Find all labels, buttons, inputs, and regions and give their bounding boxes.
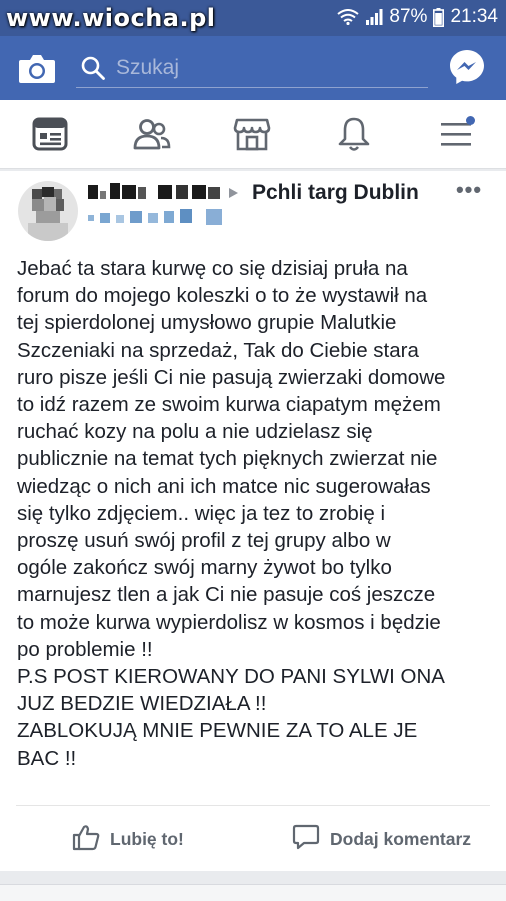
news-feed-icon[interactable] — [27, 114, 73, 154]
post-text: Jebać ta stara kurwę co się dzisiaj pruł… — [17, 257, 446, 770]
comment-label: Dodaj komentarz — [330, 828, 471, 849]
battery-icon — [433, 7, 445, 27]
notifications-icon[interactable] — [331, 114, 377, 154]
marketplace-icon[interactable] — [229, 114, 275, 154]
group-name[interactable]: Pchli targ Dublin — [252, 181, 419, 205]
messenger-icon[interactable] — [448, 48, 486, 86]
menu-icon[interactable] — [433, 114, 479, 154]
new-notification-dot — [466, 116, 475, 125]
thumbs-up-icon — [72, 823, 100, 856]
like-button[interactable]: Lubię to! — [72, 821, 184, 857]
search-box[interactable] — [76, 49, 428, 88]
next-post-edge — [0, 884, 506, 901]
status-indicators: 87% 21:34 — [337, 6, 498, 28]
comment-icon — [292, 823, 320, 856]
divider — [16, 805, 490, 806]
battery-level: 87% — [389, 6, 428, 27]
signal-icon — [365, 9, 383, 25]
friends-icon[interactable] — [129, 114, 175, 154]
watermark: www.wiocha.pl — [6, 4, 216, 32]
clock: 21:34 — [450, 6, 498, 27]
main-navigation — [0, 100, 506, 169]
avatar[interactable] — [18, 181, 78, 241]
wifi-icon — [337, 9, 360, 25]
top-bar — [0, 36, 506, 100]
camera-icon[interactable] — [18, 52, 56, 84]
like-label: Lubię to! — [110, 828, 184, 849]
search-input[interactable] — [114, 53, 418, 83]
post-card: Pchli targ Dublin ••• Jebać ta stara kur… — [0, 171, 506, 871]
search-icon — [80, 55, 106, 86]
shared-to-arrow-icon — [226, 185, 242, 206]
status-bar: www.wiocha.pl 87% 21:34 — [0, 0, 506, 36]
more-options-button[interactable]: ••• — [452, 177, 486, 203]
comment-button[interactable]: Dodaj komentarz — [292, 821, 471, 857]
